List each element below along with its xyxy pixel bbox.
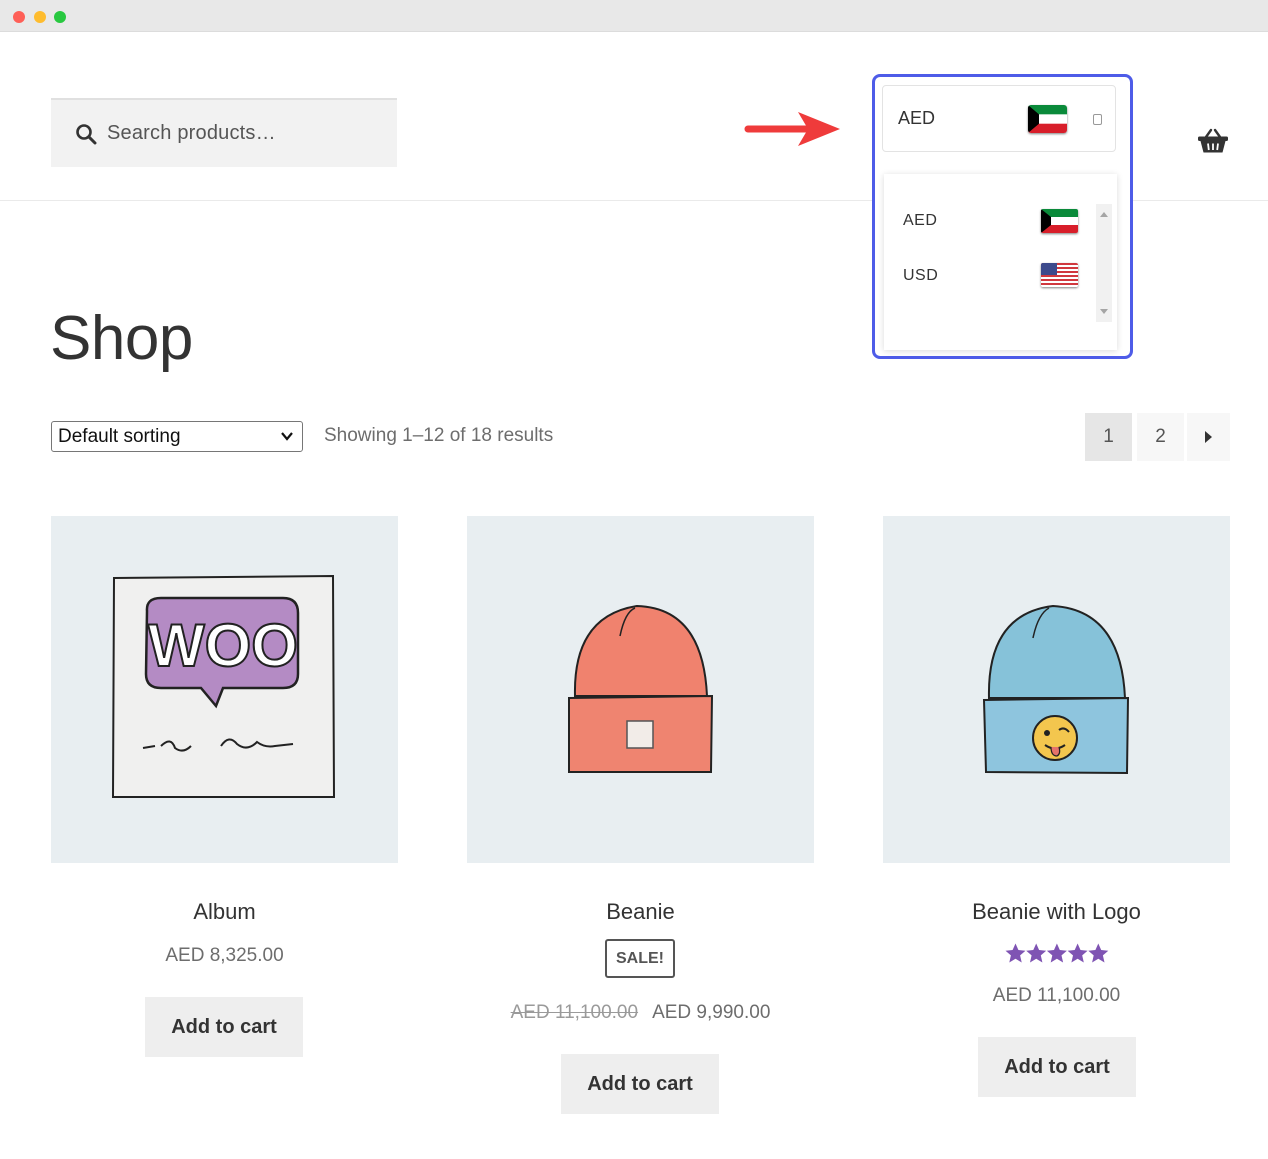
sale-price: AED 9,990.00 [652,1002,771,1023]
maximize-window-button[interactable] [54,11,66,23]
results-count: Showing 1–12 of 18 results [324,425,554,446]
page-title: Shop [50,304,193,373]
minimize-window-button[interactable] [34,11,46,23]
rating-stars-icon [1005,943,1109,963]
blue-beanie-icon [982,604,1130,775]
search-icon [76,124,97,145]
us-flag-icon [1041,263,1078,287]
currency-dropdown-list: AED USD [884,174,1117,350]
dropdown-scrollbar[interactable] [1096,204,1112,322]
search-placeholder: Search products… [107,122,276,144]
annotation-arrow-icon [744,112,840,146]
add-to-cart-beanie-button[interactable]: Add to cart [561,1054,719,1114]
old-price: AED 11,100.00 [510,1002,639,1023]
add-to-cart-beanie-with-logo-button[interactable]: Add to cart [978,1037,1136,1097]
page-link-2[interactable]: 2 [1137,413,1184,461]
orange-beanie-icon [568,604,714,773]
currency-option-label: AED [903,212,938,229]
product-image-album[interactable]: WOO [51,516,398,863]
product-image-beanie-with-logo[interactable] [883,516,1230,863]
product-title-beanie[interactable]: Beanie [467,899,814,925]
currency-option-label: USD [903,267,939,284]
window-titlebar [0,0,1268,32]
product-image-beanie[interactable] [467,516,814,863]
kuwait-flag-icon [1028,105,1067,133]
currency-select[interactable]: AED [882,85,1116,152]
svg-text:WOO: WOO [148,612,298,679]
scroll-up-icon[interactable] [1100,212,1108,217]
kuwait-flag-icon [1041,209,1078,233]
chevron-down-icon [281,432,293,441]
sorting-select[interactable]: Default sorting [51,421,303,452]
basket-icon[interactable] [1197,128,1229,154]
product-price-beanie: AED 11,100.00 AED 9,990.00 [467,1002,814,1024]
scroll-down-icon[interactable] [1100,309,1108,314]
selected-currency-code: AED [898,108,936,128]
add-to-cart-album-button[interactable]: Add to cart [145,997,303,1057]
product-title-beanie-with-logo[interactable]: Beanie with Logo [883,899,1230,925]
next-page-button[interactable] [1187,413,1230,461]
product-price-album: AED 8,325.00 [165,945,284,966]
close-window-button[interactable] [13,11,25,23]
next-arrow-icon [1205,431,1212,443]
product-price-beanie-with-logo: AED 11,100.00 [992,985,1121,1006]
page-link-1[interactable]: 1 [1085,413,1132,461]
dropdown-toggle-icon[interactable] [1093,114,1102,125]
search-input[interactable]: Search products… [51,98,397,167]
sale-badge: SALE! [605,939,675,978]
album-art-icon: WOO [111,574,336,798]
sorting-label: Default sorting [58,426,181,447]
product-title-album[interactable]: Album [51,899,398,925]
